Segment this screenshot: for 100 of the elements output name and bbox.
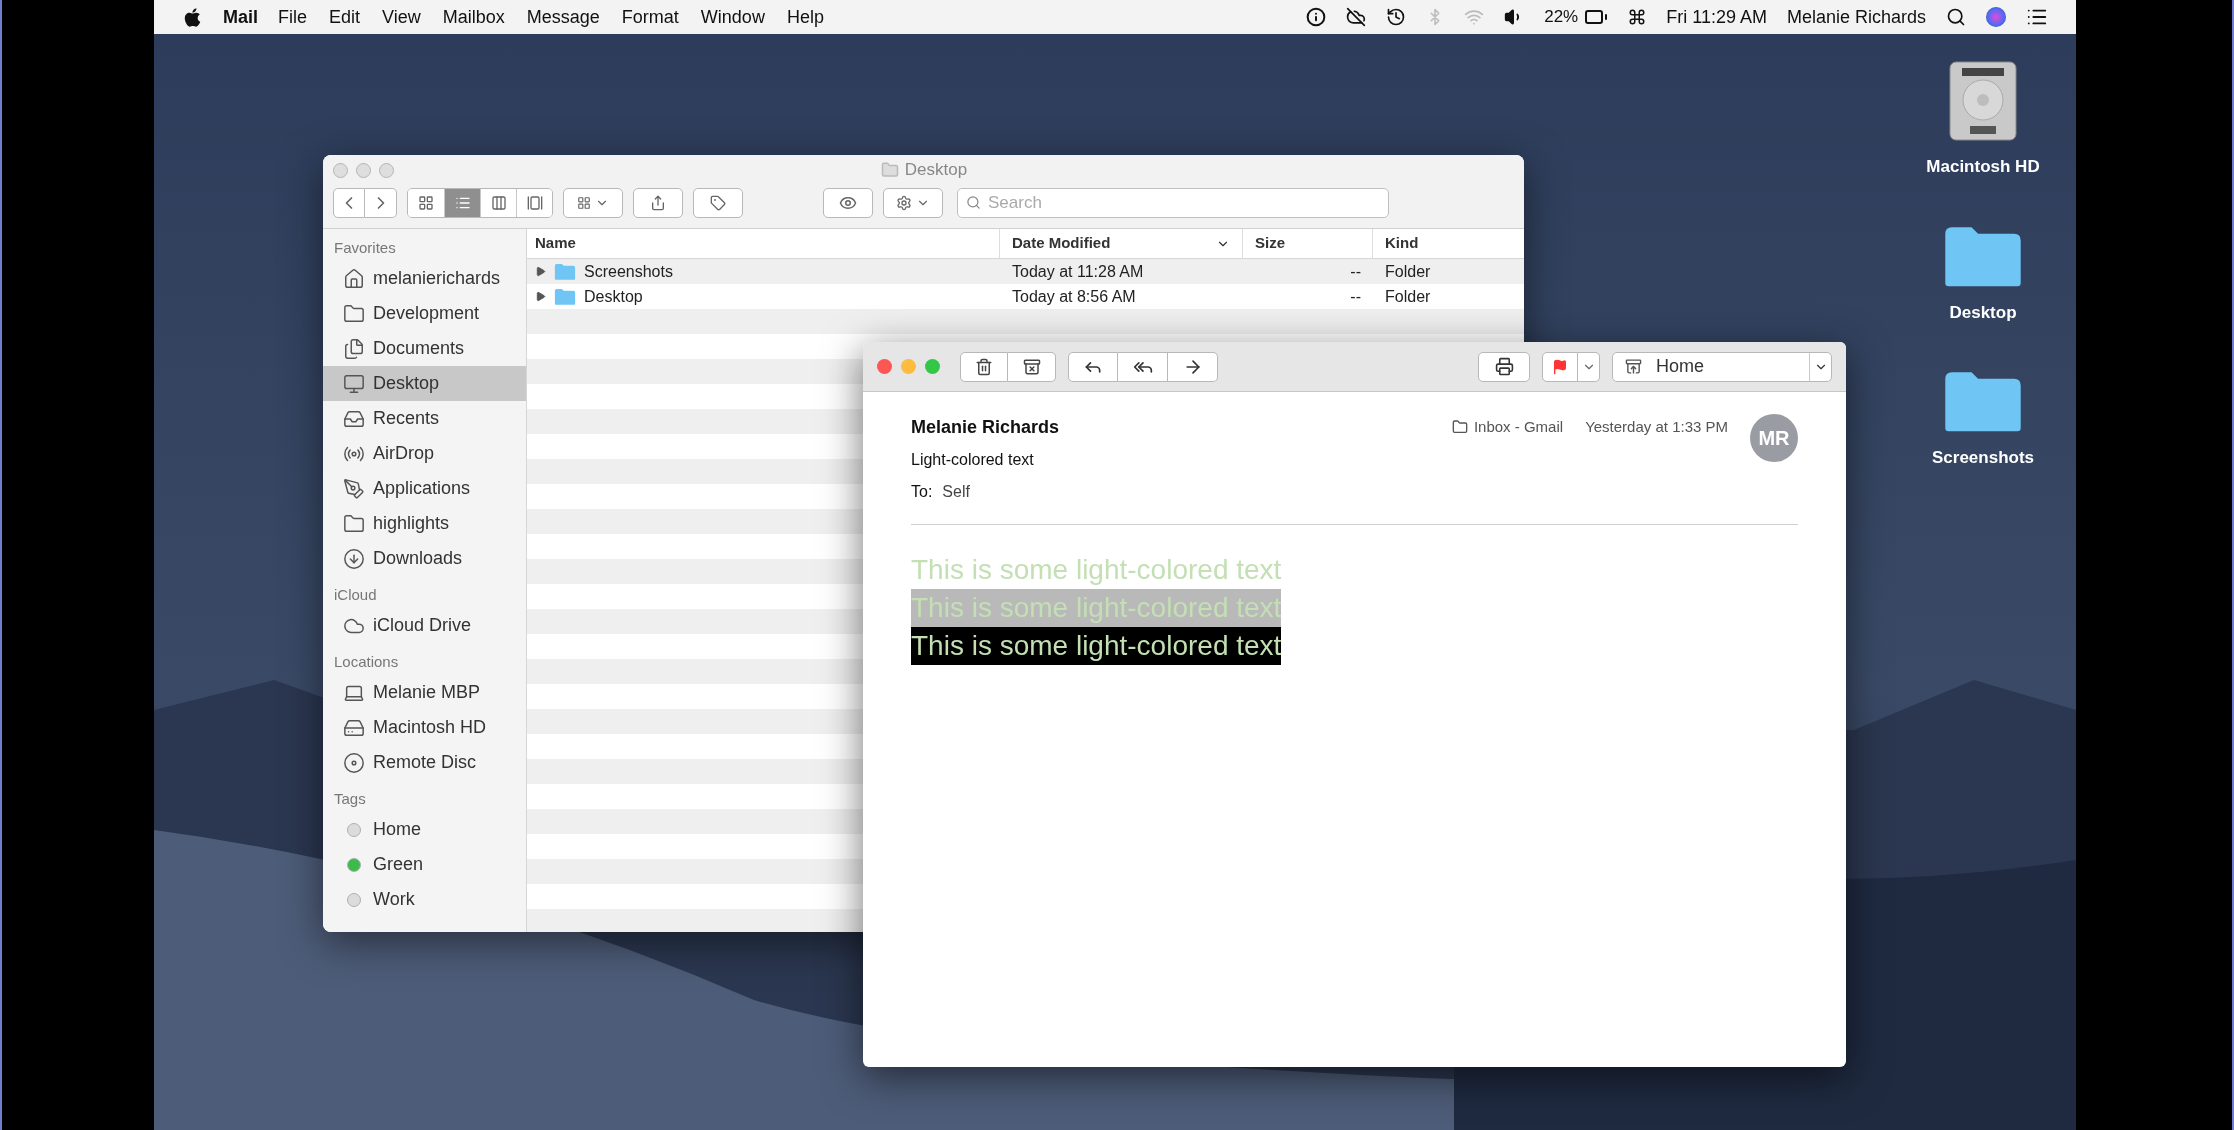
icon-view-button[interactable] — [408, 189, 444, 217]
sidebar-item[interactable]: iCloud Drive — [323, 608, 526, 643]
group-button[interactable] — [563, 188, 623, 218]
siri-icon[interactable] — [1986, 7, 2006, 27]
menu-item[interactable]: Mailbox — [442, 3, 505, 31]
menu-item[interactable]: Window — [700, 3, 765, 31]
forward-button[interactable] — [365, 188, 397, 218]
documents-icon — [343, 337, 365, 360]
sidebar-label: Documents — [373, 337, 465, 360]
column-header[interactable]: Kind — [1373, 229, 1524, 258]
clock[interactable]: Fri 11:29 AM — [1666, 3, 1767, 31]
folder-icon — [880, 161, 899, 179]
kind-cell-text: Folder — [1384, 286, 1432, 307]
subject: Light-colored text — [911, 450, 1035, 470]
app-menu[interactable]: Mail — [223, 3, 258, 31]
download-icon — [343, 547, 365, 570]
sidebar-heading: Locations — [333, 651, 400, 672]
sidebar-label: Desktop — [373, 372, 440, 395]
eye-icon — [839, 194, 857, 212]
cloud-icon[interactable] — [1346, 7, 1367, 27]
reply-all-button[interactable] — [1118, 351, 1168, 382]
menu-item[interactable]: Format — [621, 3, 679, 31]
battery-percent: 22% — [1544, 6, 1579, 29]
column-header[interactable]: Date Modified — [1000, 229, 1243, 258]
icons-view-icon — [418, 195, 434, 211]
sidebar-label: Melanie MBP — [373, 681, 481, 704]
column-header[interactable]: Name — [527, 229, 1000, 258]
folder-icon — [343, 302, 365, 325]
close-button[interactable] — [877, 359, 892, 374]
size-cell-text: -- — [1349, 261, 1362, 282]
sidebar-item[interactable]: Recents — [323, 401, 526, 436]
size-cell-text: -- — [1349, 286, 1362, 307]
sidebar-item[interactable]: Desktop — [323, 366, 526, 401]
folder-icon — [343, 512, 365, 535]
menu-item[interactable]: File — [278, 3, 308, 31]
applications-icon — [343, 477, 365, 500]
flag-icon — [1552, 358, 1568, 375]
menu-item[interactable]: Edit — [329, 3, 361, 31]
search-icon[interactable] — [1946, 7, 1966, 27]
file-name: Desktop — [584, 286, 643, 307]
sidebar-item[interactable]: Home — [323, 812, 526, 847]
column-header[interactable]: Size — [1243, 229, 1373, 258]
sidebar-item[interactable]: Melanie MBP — [323, 675, 526, 710]
tag-icon — [710, 195, 726, 211]
list-view-button[interactable] — [444, 189, 480, 217]
sidebar-item[interactable]: Development — [323, 296, 526, 331]
gallery-view-button[interactable] — [516, 189, 552, 217]
forward-button[interactable] — [1168, 351, 1218, 382]
sidebar-item[interactable]: Work — [323, 882, 526, 917]
desktop-icon-label[interactable]: Desktop — [1949, 299, 2017, 325]
flag-button[interactable] — [1542, 351, 1578, 382]
sidebar-item[interactable]: melanierichards — [323, 261, 526, 296]
sidebar-item[interactable]: Green — [323, 847, 526, 882]
menu-item[interactable]: Help — [786, 3, 824, 31]
disclosure-icon[interactable] — [535, 291, 546, 302]
menu-item[interactable]: Message — [526, 3, 600, 31]
body-text: This is some light-colored text — [911, 627, 1282, 665]
reply-button[interactable] — [1068, 351, 1118, 382]
date-cell-text: Today at 8:56 AM — [1011, 286, 1137, 307]
window-title: Desktop — [904, 159, 968, 182]
folder-icon — [554, 287, 576, 306]
user-name[interactable]: Melanie Richards — [1786, 3, 1926, 31]
recipient: Self — [942, 482, 970, 502]
sidebar-label: Development — [373, 302, 480, 325]
sidebar-item[interactable]: Remote Disc — [323, 745, 526, 780]
tag-button[interactable] — [693, 188, 743, 218]
share-button[interactable] — [633, 188, 683, 218]
gear-icon — [896, 195, 912, 211]
disclosure-icon[interactable] — [535, 266, 546, 277]
disc-icon — [343, 751, 365, 774]
desktop-icon-label[interactable]: Macintosh HD — [1926, 154, 2040, 180]
command-key-icon[interactable] — [1628, 8, 1647, 26]
move-to-dropdown[interactable]: Home — [1612, 351, 1832, 382]
quick-look-button[interactable] — [823, 188, 873, 218]
sidebar-item[interactable]: Downloads — [323, 541, 526, 576]
sidebar-item[interactable]: Documents — [323, 331, 526, 366]
column-view-button[interactable] — [480, 189, 516, 217]
received-date: Yesterday at 1:33 PM — [1585, 417, 1728, 437]
folder-icon — [1451, 419, 1468, 436]
history-icon[interactable] — [1386, 7, 1407, 27]
sidebar-item[interactable]: highlights — [323, 506, 526, 541]
sidebar-label: AirDrop — [373, 442, 434, 465]
to-label: To: — [911, 482, 933, 502]
sidebar-item[interactable]: Applications — [323, 471, 526, 506]
desktop-icon-label[interactable]: Screenshots — [1931, 445, 2034, 471]
delete-button[interactable] — [960, 351, 1008, 382]
junk-button[interactable] — [1008, 351, 1056, 382]
info-icon[interactable] — [1306, 7, 1327, 27]
share-icon — [650, 195, 666, 211]
action-button[interactable] — [883, 188, 943, 218]
apple-logo-icon[interactable] — [182, 6, 203, 28]
menu-item[interactable]: View — [382, 3, 421, 31]
back-button[interactable] — [333, 188, 365, 218]
sidebar-item[interactable]: AirDrop — [323, 436, 526, 471]
sidebar-heading: Tags — [333, 788, 367, 809]
sidebar-item[interactable]: Macintosh HD — [323, 710, 526, 745]
file-name: Screenshots — [584, 261, 673, 282]
trash-icon — [975, 357, 993, 376]
print-button[interactable] — [1478, 351, 1530, 382]
search-field[interactable]: Search — [957, 188, 1389, 218]
